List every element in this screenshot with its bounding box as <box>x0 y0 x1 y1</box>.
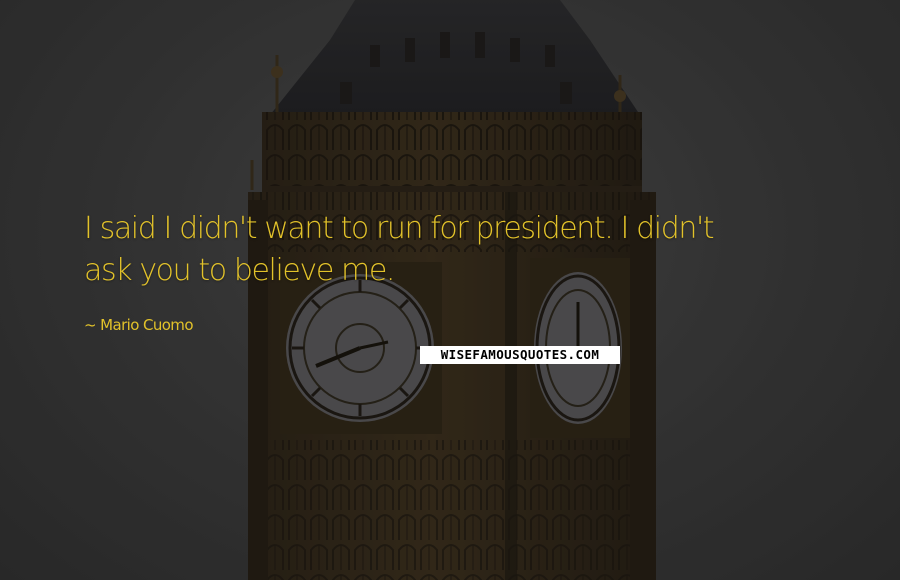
quote-author: ~ Mario Cuomo <box>84 316 194 334</box>
site-watermark: WISEFAMOUSQUOTES.COM <box>420 346 620 364</box>
quote-card: I said I didn't want to run for presiden… <box>0 0 900 580</box>
quote-block: I said I didn't want to run for presiden… <box>84 208 844 292</box>
quote-text: I said I didn't want to run for presiden… <box>84 208 844 292</box>
quote-line-1: I said I didn't want to run for presiden… <box>84 211 715 246</box>
quote-line-2: ask you to believe me. <box>84 253 395 288</box>
